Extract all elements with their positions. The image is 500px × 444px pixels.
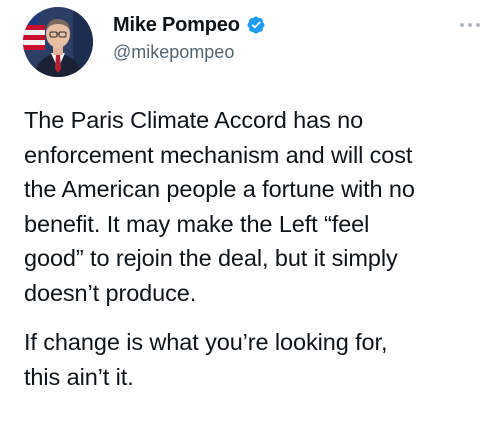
avatar-photo <box>23 7 93 77</box>
tweet-paragraph: The Paris Climate Accord has no enforcem… <box>24 103 490 310</box>
tweet-text: The Paris Climate Accord has no enforcem… <box>24 103 490 394</box>
tweet-text-line: doesn’t produce. <box>24 279 197 306</box>
tweet-paragraph: If change is what you’re looking for, th… <box>24 325 490 394</box>
author-display-name[interactable]: Mike Pompeo <box>113 14 240 37</box>
tweet-text-line: If change is what you’re looking for, <box>24 329 388 355</box>
tweet-text-line: enforcement mechanism and will cost <box>24 141 413 168</box>
more-options-icon[interactable] <box>458 20 482 30</box>
tweet-text-line: the American people a fortune with no <box>24 176 415 202</box>
author-name-row: Mike Pompeo <box>113 12 266 38</box>
avatar[interactable] <box>23 7 93 77</box>
tweet-text-line: good” to rejoin the deal, but it simply <box>24 245 398 271</box>
author-handle[interactable]: @mikepompeo <box>113 42 234 63</box>
verified-badge-icon <box>247 16 265 34</box>
tweet-text-line: benefit. It may make the Left “feel <box>24 210 370 237</box>
tweet-text-line: this ain’t it. <box>24 363 134 390</box>
tweet-text-line: The Paris Climate Accord has no <box>24 107 364 133</box>
tweet-card: Mike Pompeo @mikepompeo The Paris Climat… <box>0 0 500 444</box>
